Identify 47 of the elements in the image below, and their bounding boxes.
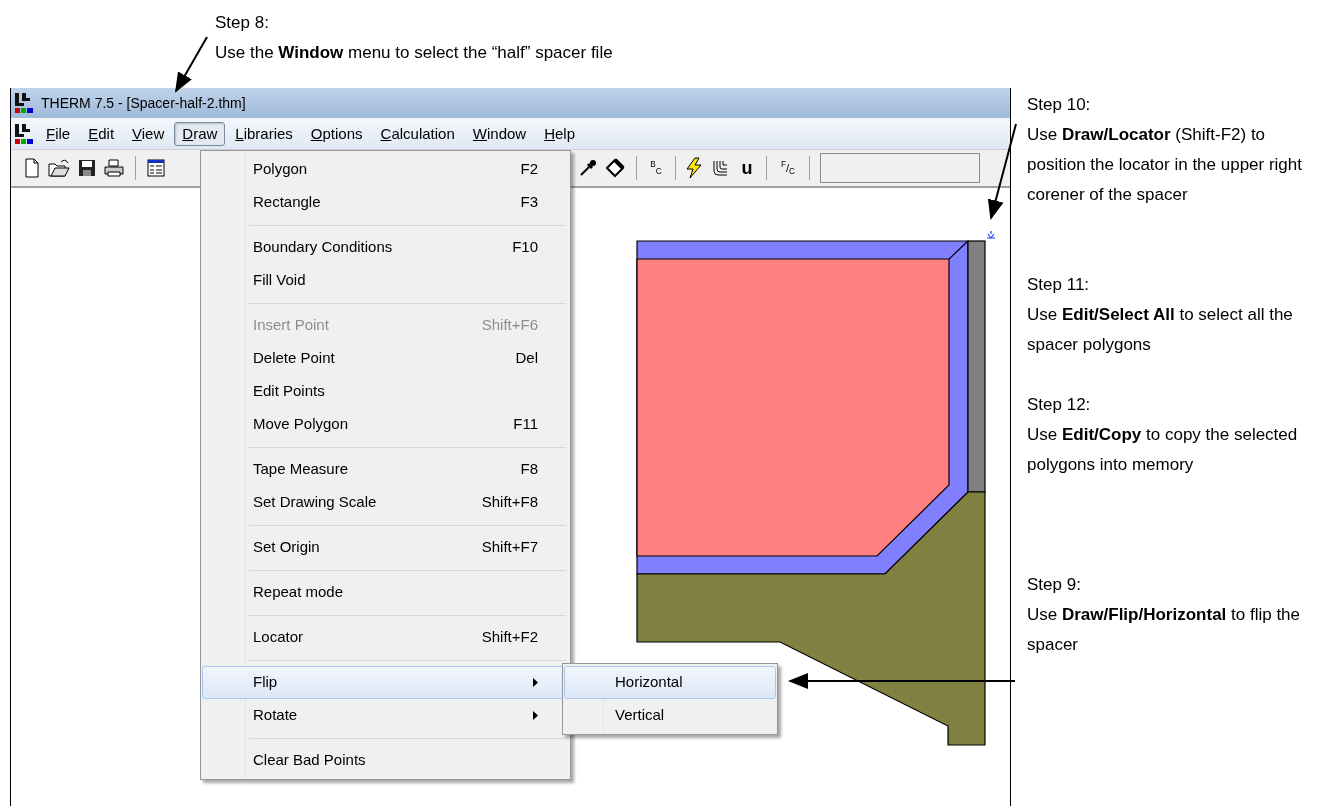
menu-bar-item[interactable]: Draw — [174, 121, 226, 146]
menu-bar-item[interactable]: Window — [464, 121, 535, 146]
menu-item[interactable]: Rectangle F3 — [202, 186, 569, 219]
menu-bar-item[interactable]: Help — [536, 121, 584, 146]
step-heading: Step 9: — [1027, 574, 1081, 596]
u-factor-button[interactable]: u — [736, 156, 758, 180]
menu-item[interactable]: Set Drawing Scale Shift+F8 — [202, 486, 569, 519]
menu-item[interactable]: Horizontal — [564, 666, 776, 699]
step-heading: Step 10: — [1027, 94, 1091, 116]
menu-item[interactable]: Polygon F2 — [202, 153, 569, 186]
shortcut-text: F2 — [520, 159, 538, 180]
step-heading: Step 11: — [1027, 274, 1090, 296]
step-heading: Step 8: — [215, 12, 269, 34]
menu-item[interactable]: Vertical — [564, 699, 776, 732]
instruction-text: Use Draw/Flip/Horizontal to flip the spacer — [1027, 604, 1302, 656]
menu-item[interactable]: Set Origin Shift+F7 — [202, 531, 569, 564]
shortcut-text: Shift+F8 — [481, 492, 538, 513]
menu-bar-item[interactable]: Libraries — [227, 121, 301, 146]
menu-item[interactable]: Move Polygon F11 — [202, 408, 569, 441]
shortcut-text: F10 — [512, 237, 538, 258]
shortcut-text: F3 — [520, 192, 538, 213]
instruction-text: Use Draw/Locator (Shift-F2) to position the locator in the upper right corener of the spacer — [1027, 124, 1303, 206]
menu-item[interactable]: Edit Points — [202, 375, 569, 408]
shortcut-text: Shift+F6 — [481, 315, 538, 336]
menu-item[interactable]: Fill Void — [202, 264, 569, 297]
menu-bar-item[interactable]: Calculation — [372, 121, 463, 146]
shortcut-text: Shift+F2 — [481, 627, 538, 648]
menu-item[interactable]: Locator Shift+F2 — [202, 621, 569, 654]
menu-bar-item[interactable]: File — [38, 121, 79, 146]
menu-bar-item[interactable]: Options — [302, 121, 371, 146]
shortcut-text: Shift+F7 — [481, 537, 538, 558]
step-heading: Step 12: — [1027, 394, 1091, 416]
instruction-text: Use the Window menu to select the “half” spacer file — [215, 42, 613, 64]
instruction-text: Use Edit/Copy to copy the selected polygons into memory — [1027, 424, 1299, 476]
window-title: THERM 7.5 - [Spacer-half-2.thm] — [41, 93, 246, 113]
units-toggle-button[interactable]: $^{F}$/$_{C}$ — [775, 156, 801, 180]
menu-item[interactable]: Repeat mode — [202, 576, 569, 609]
menu-item[interactable]: Clear Bad Points — [202, 744, 569, 777]
menu-item[interactable]: Boundary Conditions F10 — [202, 231, 569, 264]
menu-item[interactable]: Delete Point Del — [202, 342, 569, 375]
shortcut-text: F8 — [520, 459, 538, 480]
instruction-text: Use Edit/Select All to select all the spacer polygons — [1027, 304, 1294, 356]
menu-bar-item[interactable]: View — [124, 121, 173, 146]
menu-bar-item[interactable]: Edit — [80, 121, 123, 146]
shortcut-text: Del — [515, 348, 538, 369]
shortcut-text: F11 — [513, 414, 538, 435]
menu-item[interactable]: Tape Measure F8 — [202, 453, 569, 486]
